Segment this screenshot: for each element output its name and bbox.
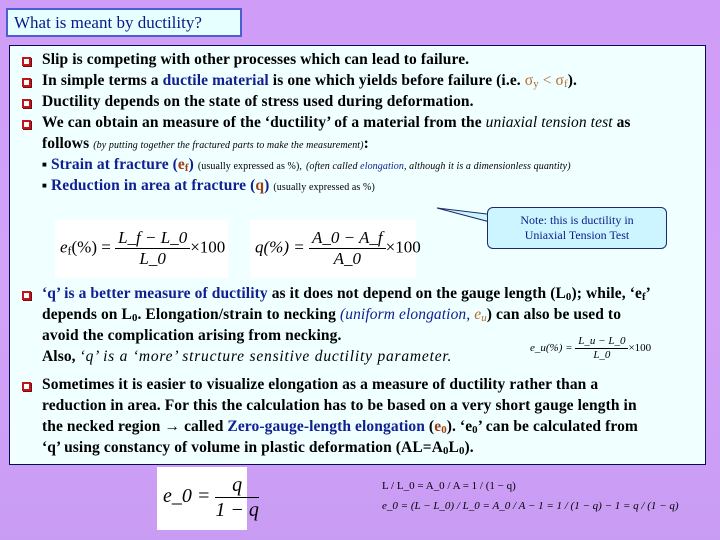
note-callout: Note: this is ductility in Uniaxial Tens… <box>487 207 667 249</box>
chain-operator: − 1 = <box>527 500 554 512</box>
derivation-volume-constancy: L / L_0 = A_0 / A = 1 / (1 − q) <box>382 480 516 492</box>
callout-pointer <box>436 207 496 223</box>
chain-operator: = <box>417 480 424 492</box>
chain-term: 1 / (1 − q) <box>556 500 602 512</box>
chain-term: e_0 = <box>382 500 409 512</box>
note-line: Uniaxial Tension Test <box>524 228 630 242</box>
derivation-e0: e_0 = (L − L_0) / L_0 = A_0 / A − 1 = 1 … <box>382 500 678 512</box>
chain-term: A_0 / A <box>492 500 526 512</box>
note-line: Note: this is ductility in <box>520 213 634 227</box>
formula-body: e_0 = q1 − q <box>163 473 259 522</box>
chain-term: (L − L_0) / L_0 <box>410 500 480 512</box>
chain-operator: = <box>462 480 469 492</box>
chain-operator: − 1 = <box>604 500 631 512</box>
chain-term: A_0 / A <box>425 480 460 492</box>
denominator: 1 − q <box>215 499 259 521</box>
chain-operator: = <box>482 500 490 512</box>
chain-term: 1 / (1 − q) <box>471 480 516 492</box>
fraction: q1 − q <box>215 473 259 522</box>
numerator: q <box>215 473 259 498</box>
chain-term: L / L_0 <box>382 480 415 492</box>
formula-text: e_0 = <box>163 485 211 508</box>
chain-term: q / (1 − q) <box>633 500 679 512</box>
formula-zero-gauge-elongation: e_0 = q1 − q <box>157 467 259 530</box>
